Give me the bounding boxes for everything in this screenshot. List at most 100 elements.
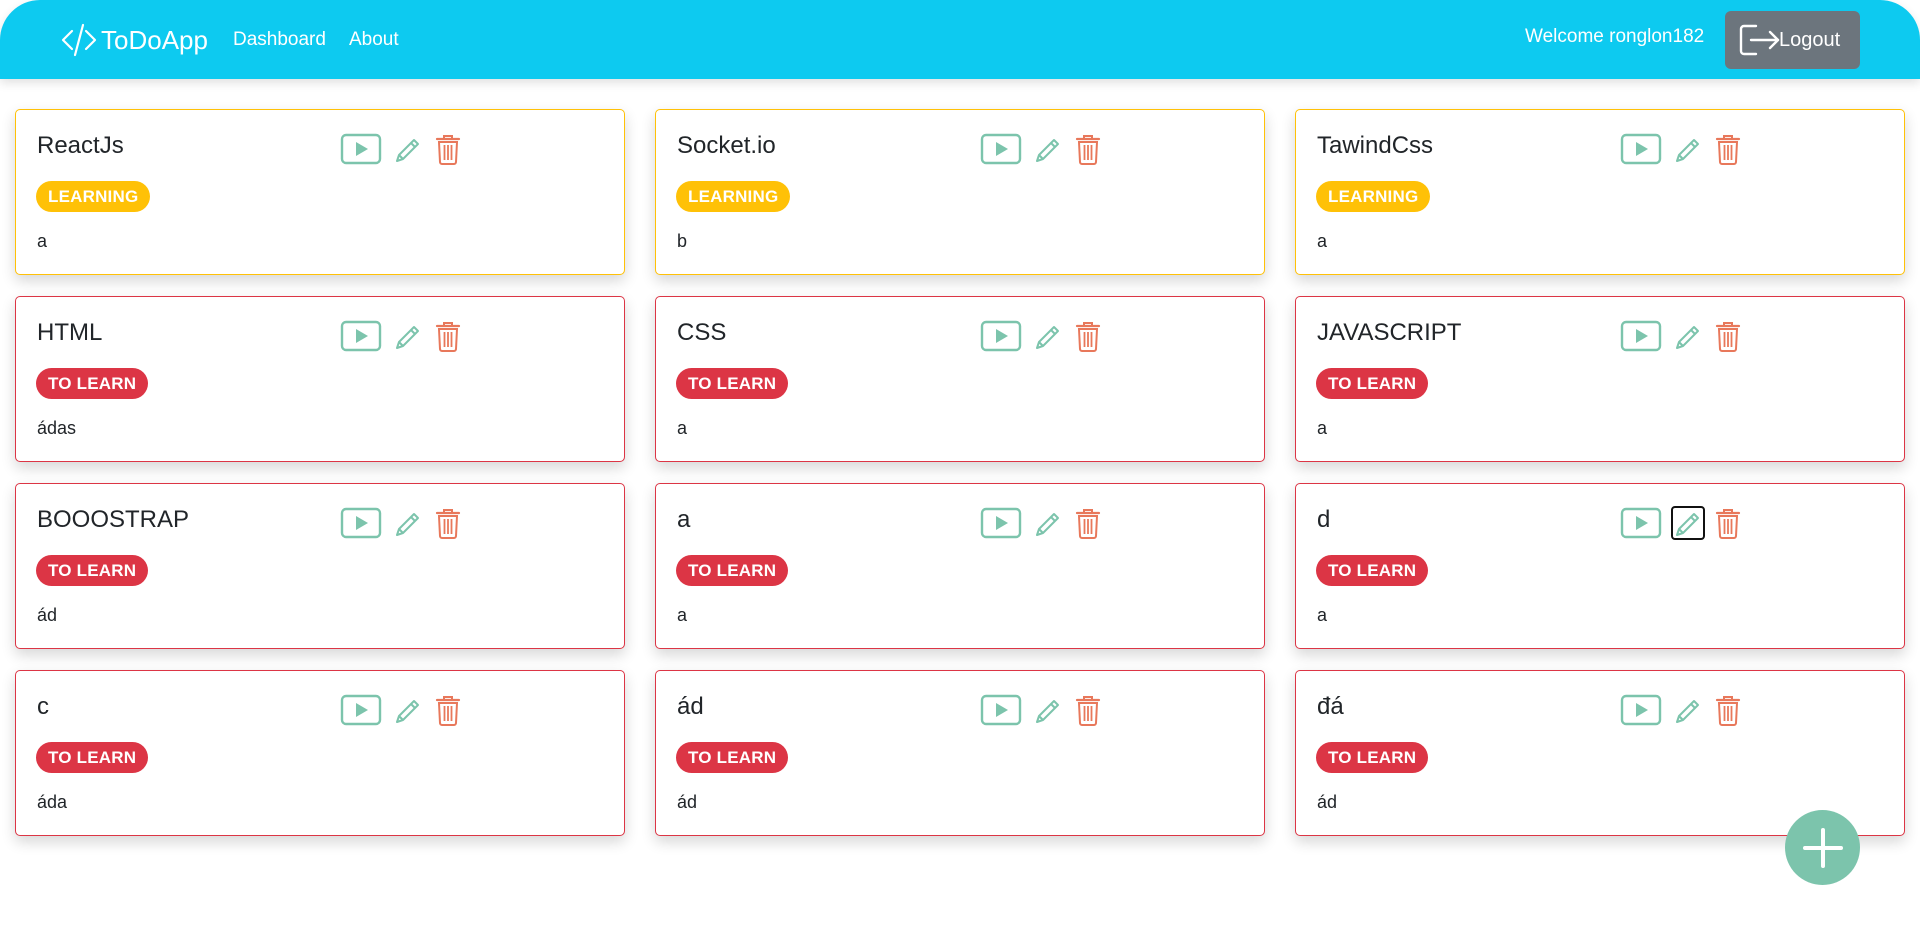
task-title: đá [1317,693,1344,720]
task-card: BOOOSTRAP TO LEARN ád [15,483,625,649]
task-title: d [1317,506,1331,533]
logout-icon [1739,24,1780,56]
logout-label: Logout [1779,28,1841,51]
delete-button[interactable] [1073,132,1103,166]
task-card: ád TO LEARN ád [655,670,1265,836]
nav-about-link[interactable]: About [349,29,399,51]
task-description: ádas [37,418,77,438]
edit-button[interactable] [391,319,425,353]
play-icon [340,320,382,352]
task-title: ReactJs [37,132,124,159]
delete-button[interactable] [433,319,463,353]
edit-button[interactable] [1671,506,1705,540]
play-button[interactable] [980,507,1022,539]
task-title: JAVASCRIPT [1317,319,1462,346]
edit-button[interactable] [1671,693,1705,727]
play-button[interactable] [1620,320,1662,352]
edit-button[interactable] [391,506,425,540]
task-description: a [1317,231,1328,251]
task-description: ád [37,605,58,625]
task-card-grid: ReactJs LEARNING a Socket.io LEARNING b … [15,109,1905,836]
play-button[interactable] [1620,507,1662,539]
edit-button[interactable] [1031,693,1065,727]
edit-button[interactable] [1031,506,1065,540]
delete-button[interactable] [1713,693,1743,727]
play-button[interactable] [980,694,1022,726]
edit-button[interactable] [1671,132,1705,166]
status-badge: TO LEARN [1316,555,1429,586]
task-description: a [677,418,688,438]
delete-button[interactable] [1713,132,1743,166]
task-card: TawindCss LEARNING a [1295,109,1905,275]
pencil-icon [396,139,419,162]
task-card: a TO LEARN a [655,483,1265,649]
status-badge: TO LEARN [36,555,149,586]
trash-icon [1715,322,1741,352]
pencil-icon [396,513,419,536]
pencil-icon [396,700,419,723]
task-description: ád [677,792,698,812]
trash-icon [435,509,461,539]
logout-button[interactable]: Logout [1725,11,1860,69]
delete-button[interactable] [1073,319,1103,353]
play-button[interactable] [340,507,382,539]
play-icon [1620,694,1662,726]
delete-button[interactable] [433,506,463,540]
task-description: b [677,231,688,251]
trash-icon [1075,135,1101,165]
task-actions [1620,506,1743,540]
play-button[interactable] [340,133,382,165]
play-icon [340,507,382,539]
play-icon [980,133,1022,165]
status-badge: LEARNING [676,181,791,212]
status-badge: TO LEARN [676,555,789,586]
task-title: CSS [677,319,727,346]
nav-dashboard-link[interactable]: Dashboard [233,29,326,51]
play-icon [1620,133,1662,165]
task-actions [1620,693,1743,727]
play-icon [980,320,1022,352]
delete-button[interactable] [1713,506,1743,540]
trash-icon [435,135,461,165]
task-card: Socket.io LEARNING b [655,109,1265,275]
play-button[interactable] [340,320,382,352]
brand-link[interactable]: ToDoApp [59,20,208,60]
task-description: a [1317,605,1328,625]
delete-button[interactable] [1073,506,1103,540]
edit-button[interactable] [1671,319,1705,353]
edit-button[interactable] [391,693,425,727]
trash-icon [1715,509,1741,539]
trash-icon [1075,696,1101,726]
add-task-button[interactable] [1785,810,1860,885]
edit-button[interactable] [1031,132,1065,166]
task-description: ád [1317,792,1338,812]
play-icon [980,694,1022,726]
delete-button[interactable] [433,132,463,166]
play-icon [340,694,382,726]
delete-button[interactable] [1073,693,1103,727]
delete-button[interactable] [433,693,463,727]
play-button[interactable] [980,133,1022,165]
play-button[interactable] [1620,133,1662,165]
edit-button[interactable] [1031,319,1065,353]
task-title: a [677,506,691,533]
task-card: CSS TO LEARN a [655,296,1265,462]
play-button[interactable] [340,694,382,726]
task-title: Socket.io [677,132,776,159]
play-icon [340,133,382,165]
task-description: a [37,231,48,251]
delete-button[interactable] [1713,319,1743,353]
status-badge: TO LEARN [1316,368,1429,399]
edit-button[interactable] [391,132,425,166]
status-badge: TO LEARN [676,368,789,399]
task-title: ád [677,693,704,720]
status-badge: TO LEARN [676,742,789,773]
pencil-icon [1676,513,1699,536]
pencil-icon [1676,326,1699,349]
trash-icon [1075,509,1101,539]
play-button[interactable] [1620,694,1662,726]
pencil-icon [1676,139,1699,162]
welcome-text: Welcome ronglon182 [1525,26,1705,47]
task-actions [340,132,463,166]
play-button[interactable] [980,320,1022,352]
